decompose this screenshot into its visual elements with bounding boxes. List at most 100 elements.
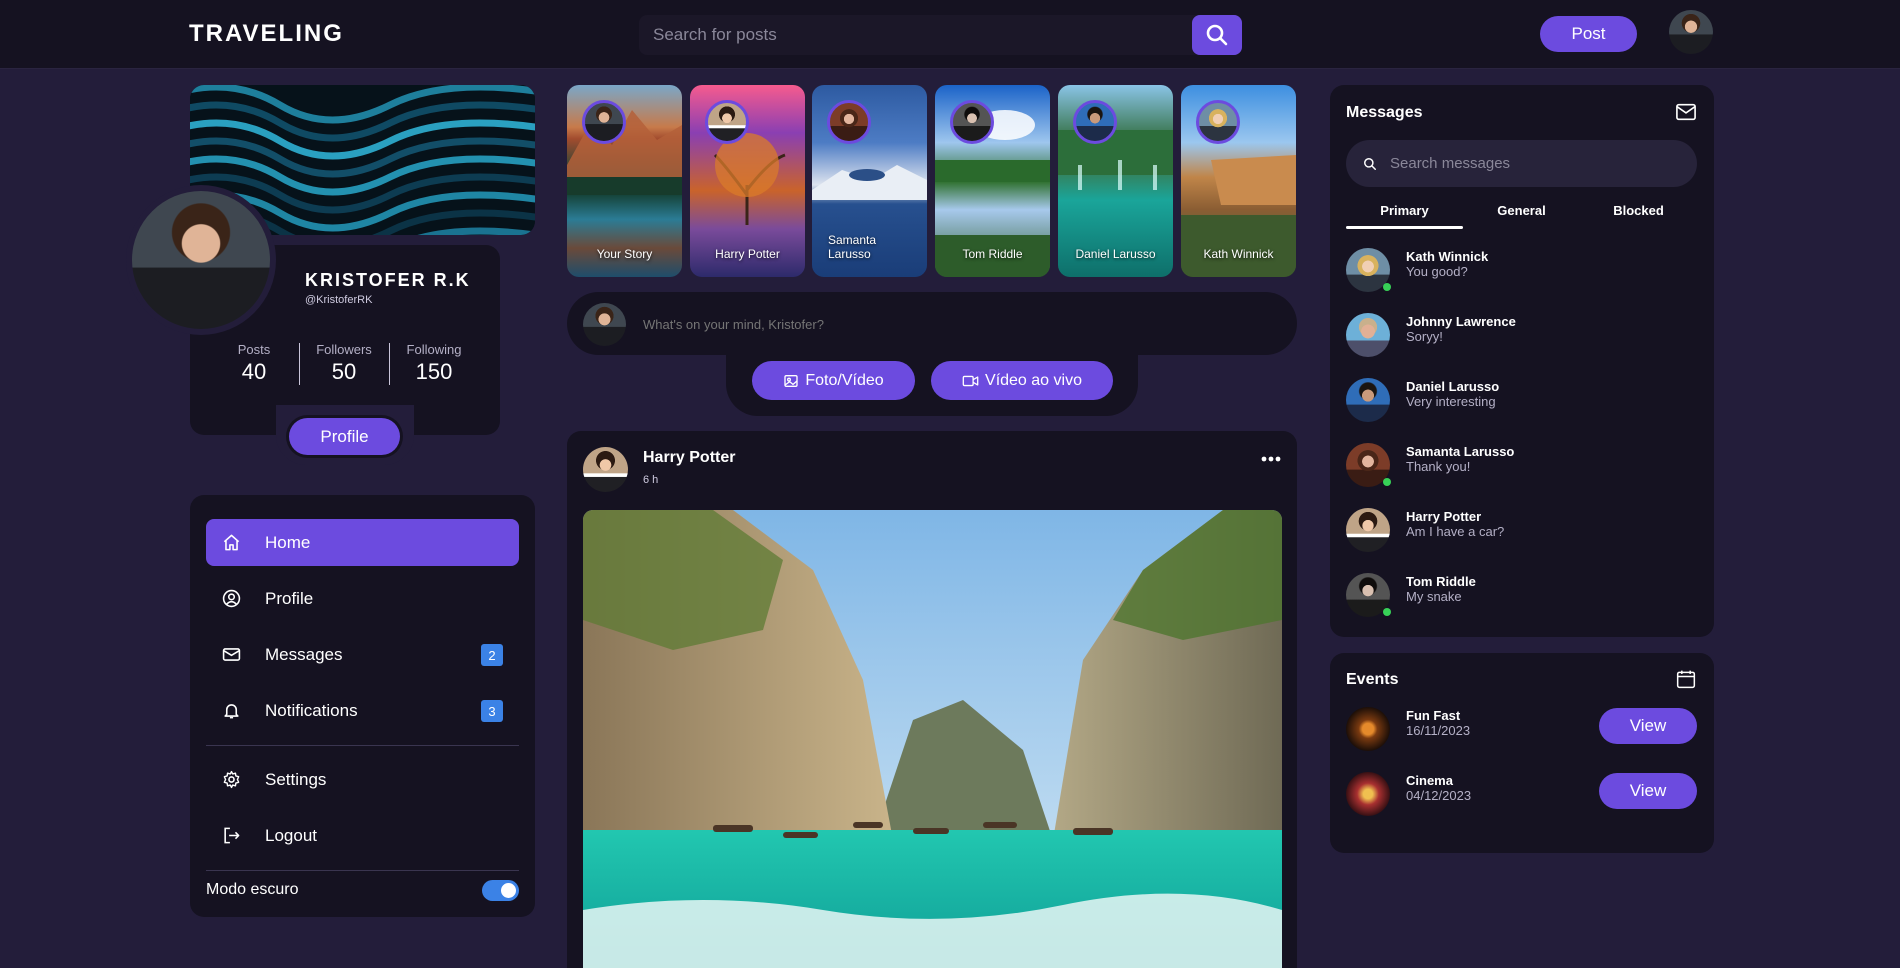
message-item[interactable]: Samanta Larusso Thank you! xyxy=(1346,441,1697,489)
message-item[interactable]: Kath Winnick You good? xyxy=(1346,246,1697,294)
notifications-count-badge: 3 xyxy=(481,700,503,722)
more-options-icon[interactable] xyxy=(1261,453,1281,465)
message-item[interactable]: Tom Riddle My snake xyxy=(1346,571,1697,619)
live-video-label: Vídeo ao vivo xyxy=(985,371,1082,389)
event-thumbnail xyxy=(1346,707,1390,751)
story-name: Daniel Larusso xyxy=(1075,247,1156,261)
profile-button[interactable]: Profile xyxy=(289,418,400,455)
bell-icon xyxy=(224,704,239,719)
nav-divider xyxy=(206,870,519,871)
stat-divider xyxy=(299,343,300,385)
story-name: Tom Riddle xyxy=(962,247,1023,261)
stat-followers[interactable]: Followers 50 xyxy=(304,342,384,385)
messages-title: Messages xyxy=(1346,104,1423,121)
search-button[interactable] xyxy=(1192,15,1242,55)
tab-primary[interactable]: Primary xyxy=(1346,203,1463,218)
online-indicator xyxy=(1383,283,1391,291)
photo-video-label: Foto/Vídeo xyxy=(805,371,884,389)
post-timestamp: 6 h xyxy=(643,474,659,486)
message-item[interactable]: Harry Potter Am I have a car? xyxy=(1346,506,1697,554)
create-post-button[interactable]: Post xyxy=(1540,16,1637,52)
sidebar-item-messages[interactable]: Messages 2 xyxy=(206,631,519,678)
active-tab-indicator xyxy=(1346,226,1463,229)
post-author-name[interactable]: Harry Potter xyxy=(643,449,735,467)
messages-count-badge: 2 xyxy=(481,644,503,666)
contact-name: Daniel Larusso xyxy=(1406,379,1500,394)
search-icon xyxy=(1206,24,1228,46)
sidebar-item-label: Messages xyxy=(265,644,343,664)
sidebar-item-home[interactable]: Home xyxy=(206,519,519,566)
calendar-icon[interactable] xyxy=(1675,669,1697,689)
image-icon xyxy=(784,374,799,387)
home-icon xyxy=(223,534,240,551)
dark-mode-label: Modo escuro xyxy=(206,881,299,898)
video-camera-icon xyxy=(962,375,979,386)
message-item[interactable]: Johnny Lawrence Soryy! xyxy=(1346,311,1697,359)
event-date: 04/12/2023 xyxy=(1406,788,1472,803)
post-search-bar xyxy=(639,15,1242,55)
story-card[interactable]: Your Story xyxy=(567,85,682,277)
message-item[interactable]: Daniel Larusso Very interesting xyxy=(1346,376,1697,424)
tab-general[interactable]: General xyxy=(1463,203,1580,218)
contact-name: Samanta Larusso xyxy=(1406,444,1515,459)
story-card[interactable]: Daniel Larusso xyxy=(1058,85,1173,277)
story-card[interactable]: Samanta Larusso xyxy=(812,85,927,277)
story-card[interactable]: Harry Potter xyxy=(690,85,805,277)
contact-name: Tom Riddle xyxy=(1406,574,1476,589)
toggle-knob xyxy=(501,883,516,898)
dark-mode-toggle[interactable] xyxy=(482,880,519,901)
compose-mail-icon[interactable] xyxy=(1675,102,1697,122)
post-image[interactable] xyxy=(583,510,1282,968)
tab-blocked[interactable]: Blocked xyxy=(1580,203,1697,218)
stat-following[interactable]: Following 150 xyxy=(394,342,474,385)
stat-label: Followers xyxy=(316,342,372,357)
sidebar-item-profile[interactable]: Profile xyxy=(206,575,519,622)
sidebar-item-notifications[interactable]: Notifications 3 xyxy=(206,687,519,734)
message-preview: Soryy! xyxy=(1406,329,1443,344)
event-thumbnail xyxy=(1346,772,1390,816)
mail-icon xyxy=(222,648,241,661)
messages-search xyxy=(1346,140,1697,187)
messages-search-input[interactable] xyxy=(1390,140,1680,187)
logout-icon xyxy=(224,827,240,844)
contact-avatar xyxy=(1346,508,1390,552)
photo-video-button[interactable]: Foto/Vídeo xyxy=(752,361,915,400)
event-name: Fun Fast xyxy=(1406,708,1461,723)
user-avatar[interactable] xyxy=(1669,10,1713,54)
view-event-button[interactable]: View xyxy=(1599,773,1697,809)
sidebar-item-logout[interactable]: Logout xyxy=(206,812,519,859)
story-name: Samanta Larusso xyxy=(828,233,877,261)
sidebar-item-label: Home xyxy=(265,532,311,552)
composer-input[interactable] xyxy=(643,312,1243,336)
post-author-avatar[interactable] xyxy=(583,447,628,492)
stat-value: 150 xyxy=(415,359,453,384)
stat-posts[interactable]: Posts 40 xyxy=(214,342,294,385)
story-avatar xyxy=(827,100,871,144)
sidebar-item-label: Profile xyxy=(265,588,314,608)
stat-divider xyxy=(389,343,390,385)
live-video-button[interactable]: Vídeo ao vivo xyxy=(931,361,1113,400)
message-preview: Am I have a car? xyxy=(1406,524,1505,539)
event-item: Cinema 04/12/2023 View xyxy=(1346,771,1697,819)
stat-value: 40 xyxy=(241,359,267,384)
app-logo[interactable]: TRAVELING xyxy=(189,20,344,48)
event-date: 16/11/2023 xyxy=(1406,723,1471,738)
story-name: Kath Winnick xyxy=(1203,247,1274,261)
story-card[interactable]: Tom Riddle xyxy=(935,85,1050,277)
story-avatar xyxy=(1196,100,1240,144)
story-card[interactable]: Kath Winnick xyxy=(1181,85,1296,277)
profile-avatar[interactable] xyxy=(132,191,270,329)
events-title: Events xyxy=(1346,671,1399,688)
event-item: Fun Fast 16/11/2023 View xyxy=(1346,706,1697,754)
profile-name: KRISTOFER R.K xyxy=(305,270,471,290)
contact-avatar xyxy=(1346,378,1390,422)
search-icon xyxy=(1364,158,1376,170)
composer-avatar xyxy=(583,303,626,346)
profile-handle: @KristoferRK xyxy=(305,294,373,306)
view-event-button[interactable]: View xyxy=(1599,708,1697,744)
story-name: Your Story xyxy=(596,247,653,261)
sidebar-item-settings[interactable]: Settings xyxy=(206,756,519,803)
message-preview: Thank you! xyxy=(1406,459,1471,474)
post-search-input[interactable] xyxy=(639,15,1192,55)
story-avatar xyxy=(950,100,994,144)
